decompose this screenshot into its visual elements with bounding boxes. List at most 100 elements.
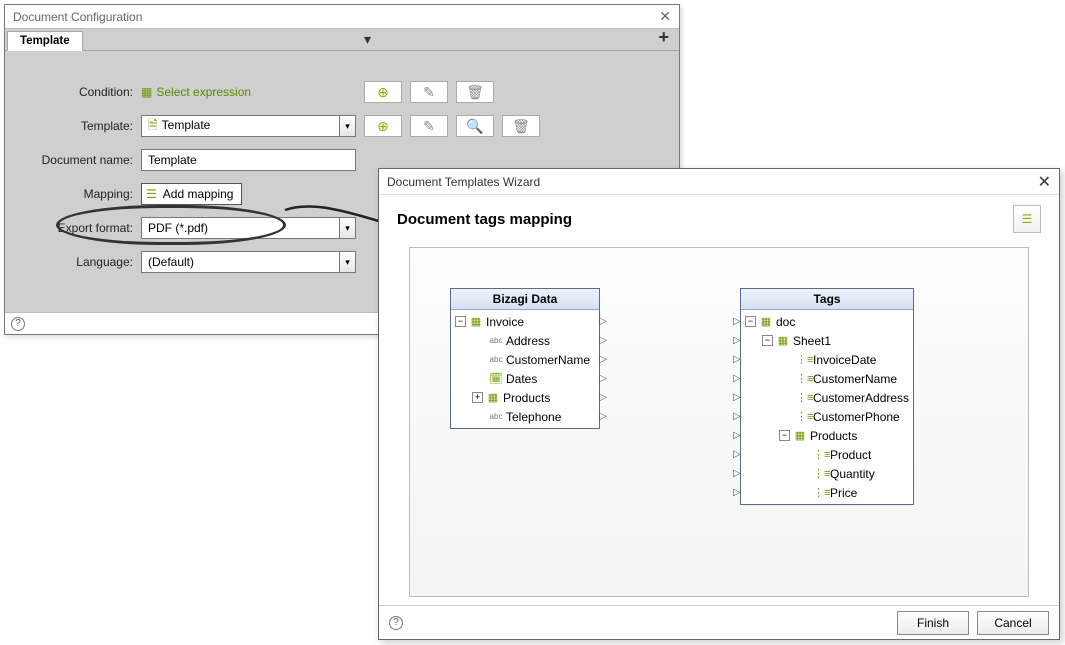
mapping-label: Mapping: [21,187,141,201]
output-port[interactable]: ▷ [599,373,607,384]
tree-node-label: Products [503,391,550,405]
template-delete-button[interactable]: 🗑 [502,115,540,137]
config-titlebar: Document Configuration ✕ [5,5,679,29]
tree-node[interactable]: 🗓 Dates ▷ [455,369,595,388]
mapping-icon: ☰ [146,187,157,201]
tree-node[interactable]: ⋮≡ CustomerPhone ▷ [745,407,909,426]
input-port[interactable]: ▷ [733,449,741,460]
template-label: Template: [21,119,141,133]
input-port[interactable]: ▷ [733,354,741,365]
input-port[interactable]: ▷ [733,430,741,441]
finish-button[interactable]: Finish [897,611,969,635]
output-port[interactable]: ▷ [599,411,607,422]
bizagi-data-header: Bizagi Data [451,289,599,310]
export-dropdown-arrow[interactable]: ▾ [339,218,355,238]
tree-node-label: Invoice [486,315,524,329]
tab-add-button[interactable]: + [652,25,679,50]
text-field-icon: abc [489,336,503,345]
tree-node[interactable]: ⋮≡ InvoiceDate ▷ [745,350,909,369]
docname-input[interactable]: Template [141,149,356,171]
config-close-button[interactable]: ✕ [659,8,671,25]
entity-icon: ▦ [486,391,500,404]
output-port[interactable]: ▷ [599,354,607,365]
template-file-icon: 🗎 [148,118,158,132]
tree-expander[interactable]: − [455,316,466,327]
tree-expander[interactable]: − [762,335,773,346]
condition-edit-button[interactable]: ✎ [410,81,448,103]
export-format-dropdown[interactable]: PDF (*.pdf) ▾ [141,217,356,239]
config-help-button[interactable]: ? [11,317,25,331]
input-port[interactable]: ▷ [733,411,741,422]
cancel-button[interactable]: Cancel [977,611,1049,635]
condition-value: Select expression [156,85,251,99]
wizard-header: Document tags mapping ☰ [379,195,1059,239]
tree-node[interactable]: −▦ Sheet1 ▷ [745,331,909,350]
tree-node[interactable]: ⋮≡ Price ▷ [745,483,909,502]
tree-node[interactable]: abc CustomerName ▷ [455,350,595,369]
tag-icon: ⋮≡ [796,410,810,423]
tree-node[interactable]: ⋮≡ Quantity ▷ [745,464,909,483]
tree-node[interactable]: ⋮≡ CustomerAddress ▷ [745,388,909,407]
input-port[interactable]: ▷ [733,468,741,479]
tree-node[interactable]: +▦ Products ▷ [455,388,595,407]
tree-expander[interactable]: − [779,430,790,441]
language-label: Language: [21,255,141,269]
output-port[interactable]: ▷ [599,392,607,403]
language-value: (Default) [142,255,339,269]
tree-node-label: Sheet1 [793,334,831,348]
tag-icon: ⋮≡ [796,372,810,385]
tree-node[interactable]: ⋮≡ Product ▷ [745,445,909,464]
tags-body: −▦ doc ▷ −▦ Sheet1 ▷ ⋮≡ InvoiceDate ▷ [741,310,913,504]
template-dropdown-arrow[interactable]: ▾ [339,116,355,136]
tab-dropdown-icon[interactable]: ▾ [358,29,377,50]
tree-node-label: CustomerName [813,372,897,386]
template-search-button[interactable]: 🔍 [456,115,494,137]
docname-value: Template [148,153,197,167]
tree-expander[interactable]: − [745,316,756,327]
condition-select-expression[interactable]: ▦ Select expression [141,85,356,99]
wizard-help-button[interactable]: ? [389,616,403,630]
tree-node[interactable]: −▦ Invoice ▷ [455,312,595,331]
wizard-close-button[interactable]: ✕ [1038,172,1051,192]
condition-add-button[interactable]: ⊕ [364,81,402,103]
output-port[interactable]: ▷ [599,335,607,346]
mapping-tool-button[interactable]: ☰ [1013,205,1041,233]
text-field-icon: abc [489,412,503,421]
tree-node[interactable]: abc Telephone ▷ [455,407,595,426]
template-dropdown[interactable]: 🗎Template ▾ [141,115,356,137]
entity-icon: ▦ [759,315,773,328]
template-value: 🗎Template [142,116,339,137]
tree-node-label: doc [776,315,795,329]
tree-expander[interactable]: + [472,392,483,403]
language-dropdown-arrow[interactable]: ▾ [339,252,355,272]
language-dropdown[interactable]: (Default) ▾ [141,251,356,273]
input-port[interactable]: ▷ [733,487,741,498]
config-title: Document Configuration [13,10,659,24]
document-templates-wizard-window: Document Templates Wizard ✕ Document tag… [378,168,1060,640]
export-label: Export format: [21,221,141,235]
tree-node[interactable]: abc Address ▷ [455,331,595,350]
tree-node-label: Price [830,486,857,500]
tree-node-label: CustomerAddress [813,391,909,405]
tag-icon: ⋮≡ [813,486,827,499]
tree-node-label: Address [506,334,550,348]
wizard-heading: Document tags mapping [397,211,1013,228]
tree-node[interactable]: ⋮≡ CustomerName ▷ [745,369,909,388]
template-add-button[interactable]: ⊕ [364,115,402,137]
mapping-canvas: Bizagi Data −▦ Invoice ▷ abc Address ▷ a… [409,247,1029,597]
wizard-titlebar: Document Templates Wizard ✕ [379,169,1059,195]
condition-delete-button[interactable]: 🗑 [456,81,494,103]
tree-node-label: InvoiceDate [813,353,876,367]
output-port[interactable]: ▷ [599,316,607,327]
input-port[interactable]: ▷ [733,316,741,327]
input-port[interactable]: ▷ [733,392,741,403]
tree-node-label: Product [830,448,871,462]
tab-template[interactable]: Template [7,31,83,51]
template-edit-button[interactable]: ✎ [410,115,448,137]
input-port[interactable]: ▷ [733,373,741,384]
tree-node[interactable]: −▦ doc ▷ [745,312,909,331]
tree-node[interactable]: −▦ Products ▷ [745,426,909,445]
input-port[interactable]: ▷ [733,335,741,346]
text-field-icon: abc [489,355,503,364]
add-mapping-button[interactable]: ☰ Add mapping [141,183,242,205]
